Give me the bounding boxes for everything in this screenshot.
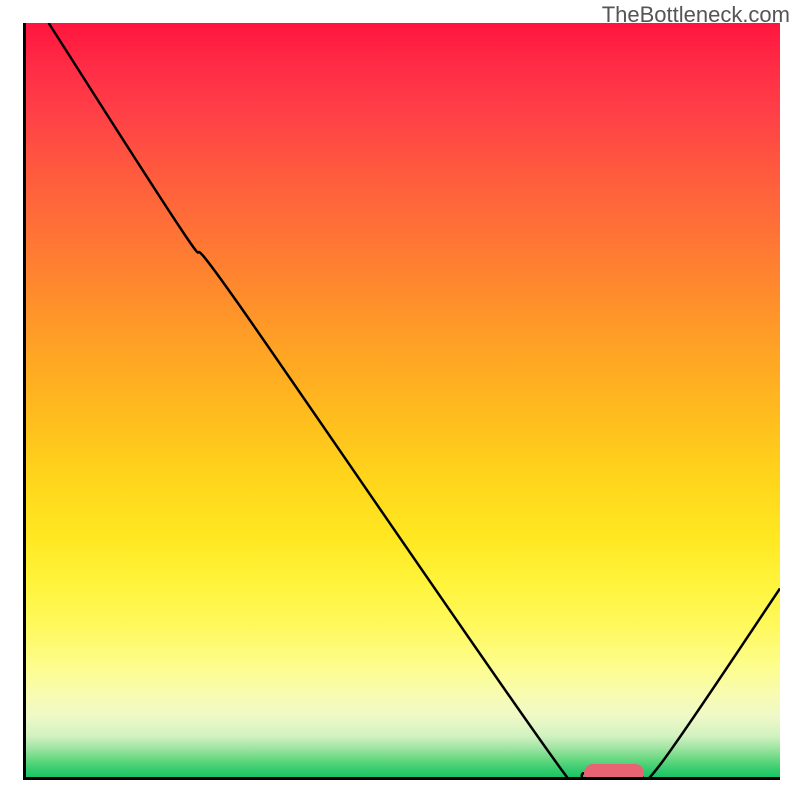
optimal-marker (584, 764, 644, 780)
chart-plot-area (23, 23, 780, 780)
watermark-text: TheBottleneck.com (602, 2, 790, 28)
bottleneck-curve-line (49, 23, 780, 777)
chart-curve-svg (26, 23, 780, 777)
